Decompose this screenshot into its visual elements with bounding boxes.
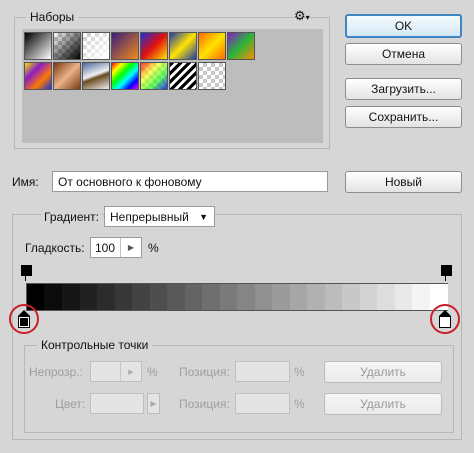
gradient-type-label: Градиент: [41,210,103,224]
gradient-preview-bar[interactable] [26,283,448,311]
gradient-band [61,284,81,310]
preset-swatch[interactable] [53,62,81,90]
preset-swatch[interactable] [111,62,139,90]
opacity-stop-right[interactable] [441,265,452,281]
presets-list[interactable] [22,29,323,143]
opacity-input[interactable]: ▶ [90,361,142,382]
gradient-band [132,284,151,310]
color-stop-left[interactable] [18,310,30,329]
smoothness-percent: % [148,241,159,255]
color-position-percent: % [294,397,305,411]
gradient-band [306,284,326,310]
gradient-band [96,284,116,310]
smoothness-label: Гладкость: [25,241,85,255]
preset-swatch[interactable] [198,32,226,60]
color-stop-right[interactable] [439,310,451,329]
opacity-stop-left[interactable] [21,265,32,281]
ok-button[interactable]: OK [345,14,462,38]
color-swatch[interactable] [90,393,144,414]
gradient-band [394,284,413,310]
preset-swatch[interactable] [140,62,168,90]
gradient-band [149,284,168,310]
opacity-position-input[interactable] [235,361,290,382]
presets-legend: Наборы [26,10,79,24]
gradient-band [166,284,186,310]
preset-swatch[interactable] [24,62,52,90]
gradient-band [359,284,378,310]
preset-swatch[interactable] [53,32,81,60]
load-button[interactable]: Загрузить... [345,78,462,100]
cancel-button[interactable]: Отмена [345,43,462,65]
opacity-percent: % [147,365,158,379]
gradient-band [79,284,98,310]
delete-color-stop-button[interactable]: Удалить [324,393,442,415]
gradient-band [342,284,361,310]
gradient-band [237,284,256,310]
gradient-band [254,284,273,310]
new-button[interactable]: Новый [345,171,462,193]
opacity-label: Непрозр.: [29,365,83,379]
gradient-band [324,284,343,310]
preset-swatch[interactable] [82,62,110,90]
color-label: Цвет: [55,397,86,411]
gear-icon[interactable]: ⚙▾ [294,9,314,23]
gradient-band [412,284,431,310]
smoothness-value: 100 [95,240,116,255]
opacity-position-percent: % [294,365,305,379]
opacity-position-label: Позиция: [179,365,230,379]
preset-swatch[interactable] [111,32,139,60]
gradient-band [377,284,396,310]
preset-swatch[interactable] [198,62,226,90]
gradient-band [289,284,308,310]
name-label: Имя: [12,175,39,189]
chevron-down-icon: ▼ [199,211,208,222]
preset-swatch[interactable] [82,32,110,60]
gradient-type-select[interactable]: Непрерывный ▼ [104,206,215,227]
gradient-band [184,284,203,310]
gradient-band [44,284,63,310]
gradient-band [202,284,221,310]
save-button[interactable]: Сохранить... [345,106,462,128]
color-menu-arrow-icon[interactable]: ▶ [147,393,160,414]
color-position-label: Позиция: [179,397,230,411]
gradient-type-value: Непрерывный [110,209,189,224]
preset-swatch[interactable] [140,32,168,60]
delete-opacity-stop-button[interactable]: Удалить [324,361,442,383]
preset-swatch[interactable] [169,32,197,60]
preset-swatch[interactable] [169,62,197,90]
preset-swatch[interactable] [227,32,255,60]
stops-legend: Контрольные точки [37,338,153,352]
chevron-right-icon: ▶ [120,238,141,257]
preset-swatch[interactable] [24,32,52,60]
stops-group [24,345,454,433]
gradient-band [219,284,238,310]
color-position-input[interactable] [235,393,290,414]
smoothness-input[interactable]: 100 ▶ [90,237,142,258]
gradient-band [114,284,133,310]
name-input[interactable]: От основного к фоновому [52,171,328,192]
chevron-right-icon: ▶ [120,362,141,381]
gradient-band [272,284,291,310]
